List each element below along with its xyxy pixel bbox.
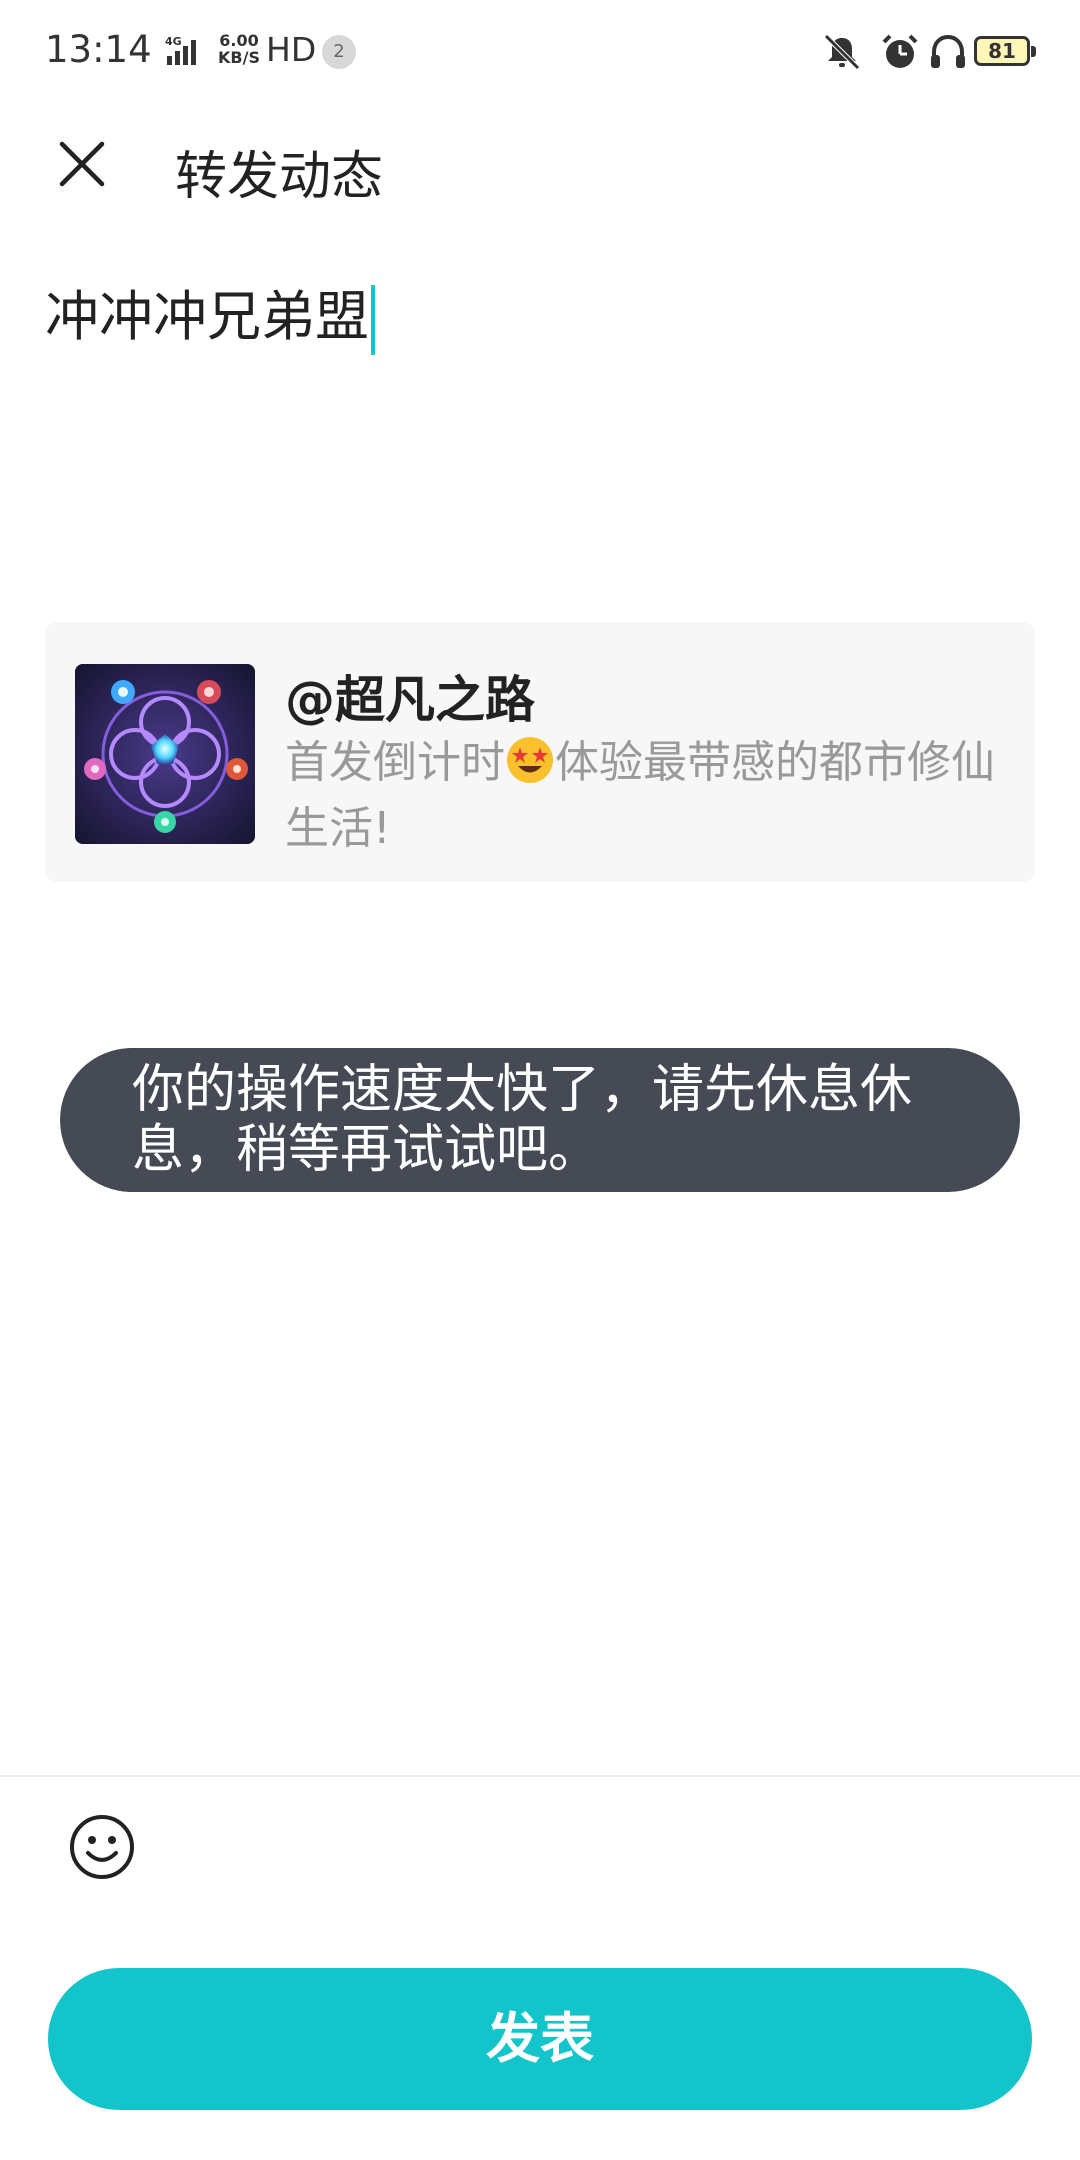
publish-button[interactable]: 发表	[48, 1968, 1032, 2110]
page-title: 转发动态	[175, 147, 384, 207]
status-bar: 13:14 4G 6.00 KB/S HD 2 81	[0, 0, 1080, 105]
hd-indicator: HD	[266, 30, 317, 69]
star-struck-emoji	[507, 737, 553, 783]
notification-badge: 2	[322, 35, 356, 69]
post-thumbnail	[75, 664, 255, 844]
post-author: @超凡之路	[285, 671, 535, 729]
battery-icon: 81	[974, 36, 1036, 66]
svg-text:4G: 4G	[165, 35, 182, 48]
mute-icon	[824, 34, 860, 70]
signal-icon: 4G	[165, 35, 196, 65]
network-speed: 6.00 KB/S	[218, 31, 260, 67]
headphones-icon	[931, 34, 965, 68]
text-caret	[371, 285, 375, 356]
shared-post-card[interactable]: @超凡之路 首发倒计时 体验最带感的都市修仙生活!	[45, 622, 1035, 882]
alarm-icon	[882, 34, 918, 68]
post-description: 首发倒计时 体验最带感的都市修仙生活!	[285, 737, 995, 854]
status-time: 13:14	[45, 28, 152, 71]
toast-message: 你的操作速度太快了，请先休息休息，稍等再试试吧。	[60, 1048, 1020, 1192]
toolbar-divider	[0, 1775, 1080, 1777]
smiley-icon[interactable]	[68, 1813, 136, 1881]
battery-level: 81	[988, 39, 1016, 63]
compose-input[interactable]: 冲冲冲兄弟盟	[45, 272, 375, 356]
close-icon[interactable]	[50, 132, 114, 196]
compose-text: 冲冲冲兄弟盟	[45, 285, 369, 348]
toast-text: 你的操作速度太快了，请先休息休息，稍等再试试吧。	[132, 1060, 913, 1180]
